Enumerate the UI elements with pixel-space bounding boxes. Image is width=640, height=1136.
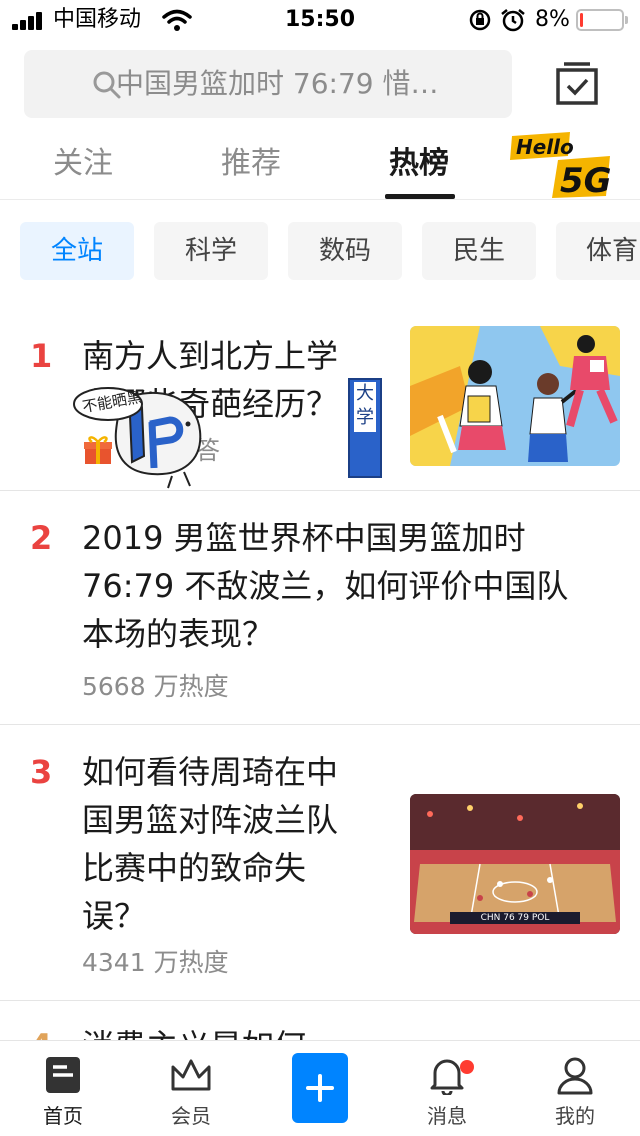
- book-sticker: 大学: [348, 378, 382, 478]
- rotation-lock-icon: [469, 9, 491, 31]
- item-title-line: 消费主义是如何一: [82, 1022, 338, 1040]
- list-item[interactable]: 4 消费主义是如何一: [0, 1022, 640, 1040]
- rank-number: 3: [30, 753, 53, 791]
- tabbar-profile[interactable]: 我的: [530, 1041, 620, 1136]
- tabbar-profile-label: 我的: [555, 1104, 595, 1128]
- tabbar-home[interactable]: 首页: [18, 1041, 108, 1136]
- rank-number: 2: [30, 519, 53, 557]
- divider: [0, 724, 640, 725]
- chip-science[interactable]: 科学: [154, 222, 268, 280]
- bell-icon: [430, 1059, 464, 1095]
- list-item[interactable]: 1 南方人到北方上学 有哪些奇葩经历？ 有奖问答 不能晒黑 大学: [0, 324, 640, 490]
- notification-dot: [460, 1060, 474, 1074]
- crown-icon: [171, 1059, 211, 1091]
- battery-icon: [576, 9, 628, 31]
- item-title-line: 本场的表现？: [82, 615, 275, 653]
- hello-5g-badge[interactable]: Hello 5G: [508, 130, 618, 200]
- tabbar-membership-label: 会员: [171, 1104, 211, 1128]
- chip-all-site[interactable]: 全站: [20, 222, 134, 280]
- item-title-line: 2019 男篮世界杯中国男篮加时: [82, 519, 526, 557]
- tabbar-messages-label: 消息: [427, 1104, 467, 1128]
- item-title-line: 比赛中的致命失: [82, 849, 307, 887]
- item-title-line: 如何看待周琦在中: [82, 753, 339, 791]
- item-heat: 5668 万热度: [82, 672, 229, 701]
- item-heat: 4341 万热度: [82, 948, 229, 977]
- tab-follow[interactable]: 关注: [53, 144, 113, 184]
- person-icon: [557, 1057, 593, 1095]
- scoreboard-text: CHN 76 79 POL: [480, 913, 550, 923]
- item-title-line: 76:79 不敌波兰，如何评价中国队: [82, 567, 569, 605]
- rank-number: 1: [30, 337, 53, 375]
- item-title-line: 误？: [82, 897, 147, 935]
- create-plus-button[interactable]: [292, 1053, 348, 1123]
- tabbar-messages[interactable]: 消息: [402, 1041, 492, 1136]
- tab-recommend[interactable]: 推荐: [221, 144, 281, 184]
- tabbar-membership[interactable]: 会员: [146, 1041, 236, 1136]
- battery-percent: 8%: [535, 7, 570, 32]
- item-title-line: 南方人到北方上学: [82, 337, 339, 375]
- list-item[interactable]: 3 如何看待周琦在中 国男篮对阵波兰队 比赛中的致命失 误？ 4341 万热度 …: [0, 748, 640, 1000]
- tabbar-home-label: 首页: [43, 1104, 83, 1128]
- divider: [0, 1000, 640, 1001]
- battery-level: [580, 13, 583, 27]
- divider: [0, 490, 640, 491]
- list-item[interactable]: 2 2019 男篮世界杯中国男篮加时 76:79 不敌波兰，如何评价中国队 本场…: [0, 514, 640, 724]
- home-doc-icon: [46, 1057, 80, 1093]
- bottom-tab-bar: 首页 会员 消息 我的: [0, 1040, 640, 1136]
- svg-text:Hello: Hello: [516, 135, 574, 159]
- mascot-sticker: [73, 387, 202, 489]
- calendar-check-icon[interactable]: [552, 60, 602, 110]
- tab-hot-list[interactable]: 热榜: [389, 144, 449, 184]
- status-bar: 中国移动 15:50 8%: [0, 0, 640, 40]
- chip-sports[interactable]: 体育: [556, 222, 640, 280]
- rank-number: 4: [30, 1022, 52, 1040]
- chip-digital[interactable]: 数码: [288, 222, 402, 280]
- item-title-line: 国男篮对阵波兰队: [82, 801, 339, 839]
- chip-livelihood[interactable]: 民生: [422, 222, 536, 280]
- book-sticker-text: 大学: [356, 383, 374, 428]
- item-thumbnail[interactable]: [410, 326, 620, 466]
- tab-active-indicator: [385, 194, 455, 199]
- svg-text:5G: 5G: [560, 161, 612, 200]
- search-placeholder: 中国男篮加时 76:79 惜…: [116, 67, 439, 100]
- alarm-icon: [501, 9, 525, 32]
